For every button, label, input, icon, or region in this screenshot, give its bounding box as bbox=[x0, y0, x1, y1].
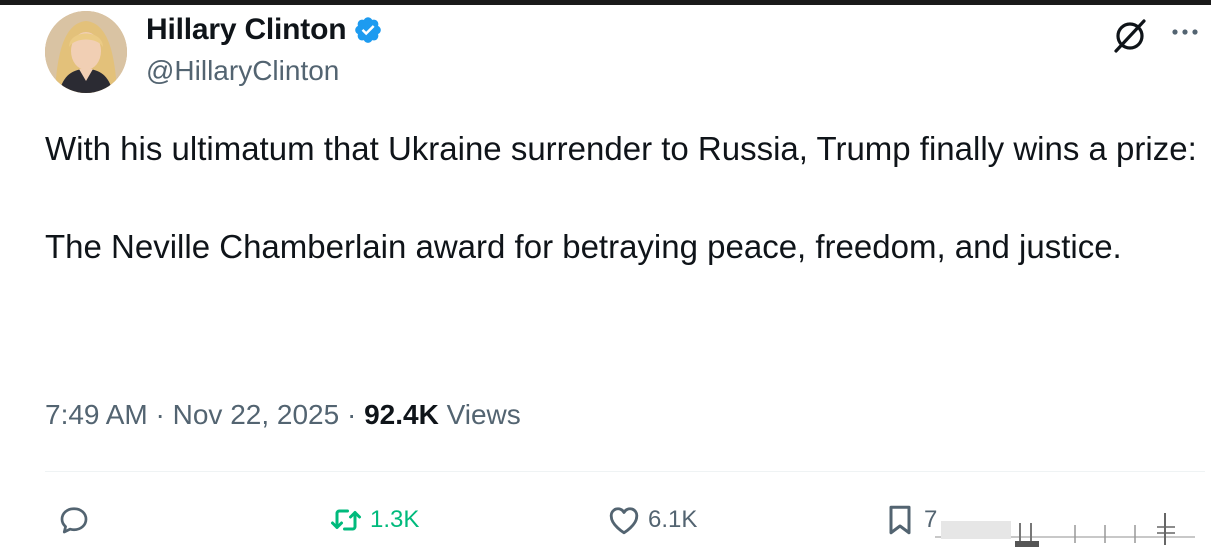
retweet-button[interactable]: 1.3K bbox=[328, 502, 419, 538]
image-artifact bbox=[935, 513, 1195, 547]
tweet-text: With his ultimatum that Ukraine surrende… bbox=[45, 125, 1211, 271]
tweet-time[interactable]: 7:49 AM bbox=[45, 399, 148, 430]
bookmark-button[interactable]: 7 bbox=[882, 502, 937, 538]
bookmark-icon bbox=[889, 505, 911, 535]
reply-button[interactable] bbox=[56, 502, 92, 538]
meta-separator: · bbox=[339, 399, 365, 430]
grok-icon[interactable] bbox=[1111, 17, 1149, 55]
views-label: Views bbox=[438, 399, 521, 430]
like-count: 6.1K bbox=[648, 506, 698, 533]
more-icon[interactable] bbox=[1168, 15, 1202, 49]
tweet-card: Hillary Clinton @HillaryClinton With his… bbox=[0, 5, 1211, 560]
author-name-row: Hillary Clinton bbox=[146, 13, 383, 47]
retweet-count: 1.3K bbox=[370, 506, 420, 533]
reply-icon bbox=[60, 507, 88, 534]
tweet-date[interactable]: Nov 22, 2025 bbox=[173, 399, 340, 430]
tweet-meta: 7:49 AM · Nov 22, 2025 · 92.4K Views bbox=[45, 399, 521, 431]
tweet-paragraph: With his ultimatum that Ukraine surrende… bbox=[45, 130, 1197, 167]
verified-badge-icon[interactable] bbox=[353, 15, 383, 45]
author-display-name[interactable]: Hillary Clinton bbox=[146, 13, 347, 47]
heart-icon bbox=[609, 507, 639, 535]
retweet-icon bbox=[331, 509, 361, 531]
tweet-paragraph: The Neville Chamberlain award for betray… bbox=[45, 228, 1122, 265]
avatar[interactable] bbox=[45, 11, 127, 93]
views-count: 92.4K bbox=[364, 399, 439, 430]
like-button[interactable]: 6.1K bbox=[606, 502, 697, 538]
author-handle[interactable]: @HillaryClinton bbox=[146, 55, 339, 87]
meta-separator: · bbox=[147, 399, 173, 430]
avatar-image bbox=[45, 11, 127, 93]
divider bbox=[45, 471, 1205, 472]
